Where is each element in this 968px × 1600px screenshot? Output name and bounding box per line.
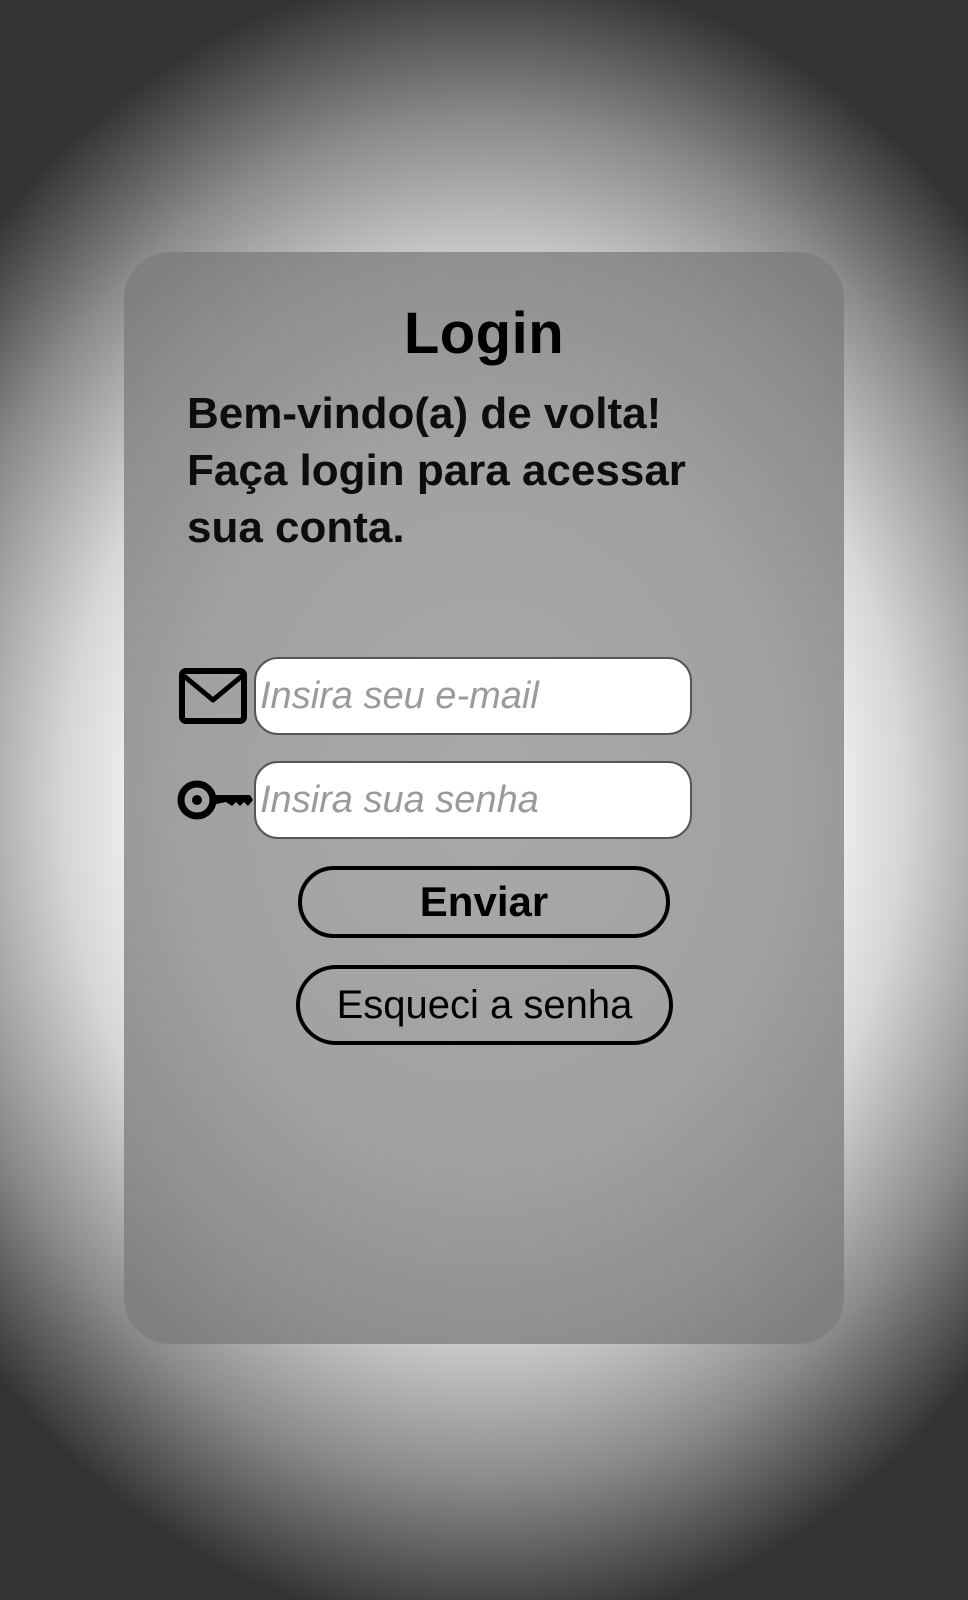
mail-icon	[179, 668, 247, 724]
welcome-line-3: sua conta.	[187, 503, 405, 552]
welcome-message: Bem-vindo(a) de volta! Faça login para a…	[187, 385, 747, 556]
forgot-password-button[interactable]: Esqueci a senha	[296, 965, 673, 1045]
password-field[interactable]	[254, 761, 692, 839]
send-button[interactable]: Enviar	[298, 866, 670, 938]
key-icon	[177, 780, 253, 820]
email-field[interactable]	[254, 657, 692, 735]
page-title: Login	[403, 301, 565, 366]
welcome-line-1: Bem-vindo(a) de volta!	[187, 389, 662, 438]
welcome-line-2: Faça login para acessar	[187, 446, 686, 495]
